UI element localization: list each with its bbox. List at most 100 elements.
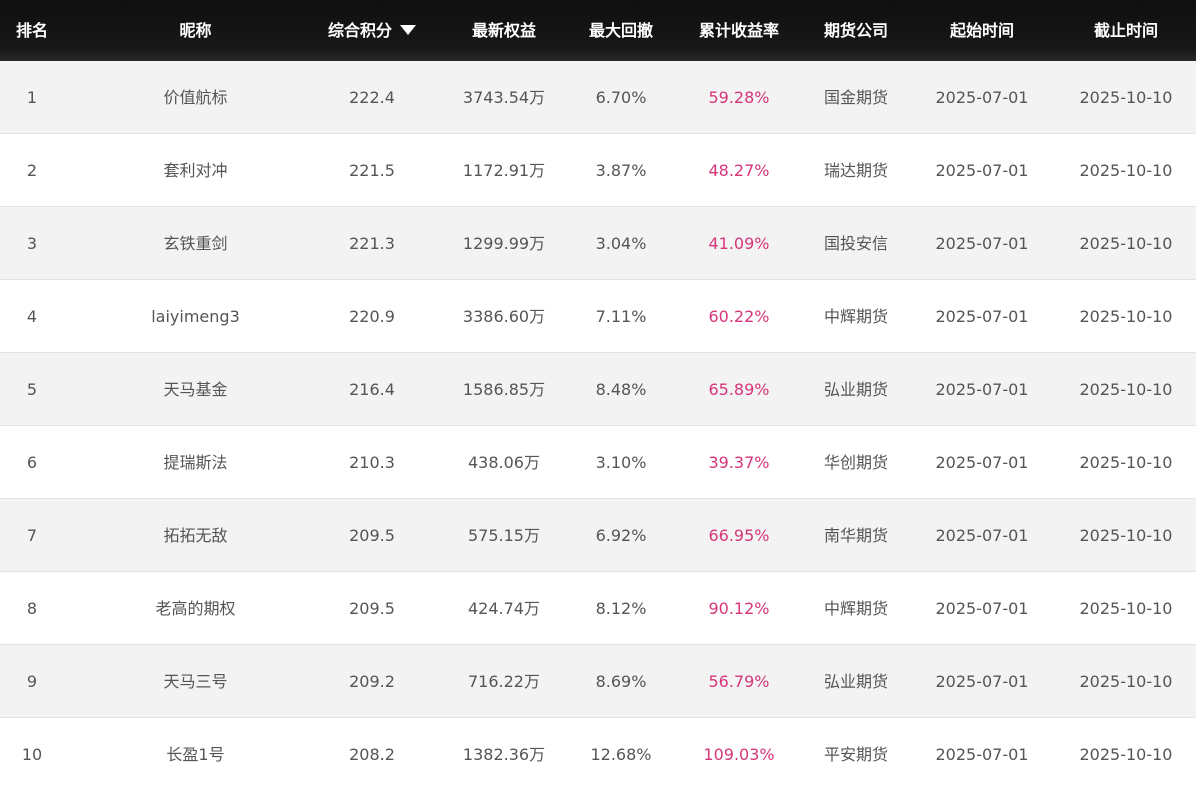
table-row[interactable]: 8 老高的期权 209.5 424.74万 8.12% 90.12% 中辉期货 … bbox=[0, 572, 1196, 645]
cell-end: 2025-10-10 bbox=[1079, 672, 1173, 691]
cell-start: 2025-07-01 bbox=[935, 599, 1029, 618]
cell-rank: 3 bbox=[26, 234, 38, 253]
cell-score: 209.5 bbox=[349, 599, 395, 618]
cell-company: 国金期货 bbox=[823, 88, 888, 107]
header-drawdown[interactable]: 最大回撤 bbox=[572, 0, 670, 61]
sort-desc-icon[interactable] bbox=[400, 25, 416, 35]
cell-rank: 10 bbox=[21, 745, 43, 764]
cell-drawdown: 8.48% bbox=[595, 380, 647, 399]
cell-drawdown: 3.87% bbox=[595, 161, 647, 180]
header-equity[interactable]: 最新权益 bbox=[445, 0, 563, 61]
header-score[interactable]: 综合积分 bbox=[318, 0, 426, 61]
table-row[interactable]: 10 长盈1号 208.2 1382.36万 12.68% 109.03% 平安… bbox=[0, 718, 1196, 791]
cell-rank: 2 bbox=[26, 161, 38, 180]
cell-start: 2025-07-01 bbox=[935, 88, 1029, 107]
cell-start: 2025-07-01 bbox=[935, 234, 1029, 253]
cell-score: 216.4 bbox=[349, 380, 395, 399]
header-company[interactable]: 期货公司 bbox=[802, 0, 910, 61]
cell-nickname[interactable]: 天马三号 bbox=[88, 645, 303, 718]
cell-equity: 575.15万 bbox=[468, 526, 540, 545]
table-row[interactable]: 9 天马三号 209.2 716.22万 8.69% 56.79% 弘业期货 2… bbox=[0, 645, 1196, 718]
cell-end: 2025-10-10 bbox=[1079, 161, 1173, 180]
cell-company: 中辉期货 bbox=[823, 307, 888, 326]
cell-score: 209.2 bbox=[349, 672, 395, 691]
cell-end: 2025-10-10 bbox=[1079, 88, 1173, 107]
cell-company: 国投安信 bbox=[823, 234, 888, 253]
header-start[interactable]: 起始时间 bbox=[918, 0, 1046, 61]
cell-score: 209.5 bbox=[349, 526, 395, 545]
header-end[interactable]: 截止时间 bbox=[1058, 0, 1194, 61]
cell-equity: 1172.91万 bbox=[462, 161, 546, 180]
cell-end: 2025-10-10 bbox=[1079, 234, 1173, 253]
cell-equity: 716.22万 bbox=[468, 672, 540, 691]
cell-start: 2025-07-01 bbox=[935, 672, 1029, 691]
cell-company: 弘业期货 bbox=[823, 380, 888, 399]
cell-nickname[interactable]: 天马基金 bbox=[88, 353, 303, 426]
cell-start: 2025-07-01 bbox=[935, 526, 1029, 545]
cell-nickname[interactable]: 老高的期权 bbox=[88, 572, 303, 645]
cell-start: 2025-07-01 bbox=[935, 745, 1029, 764]
cell-end: 2025-10-10 bbox=[1079, 599, 1173, 618]
cell-rank: 9 bbox=[26, 672, 38, 691]
cell-return: 41.09% bbox=[708, 234, 770, 253]
cell-start: 2025-07-01 bbox=[935, 161, 1029, 180]
header-rank[interactable]: 排名 bbox=[0, 0, 64, 61]
cell-drawdown: 6.70% bbox=[595, 88, 647, 107]
cell-company: 南华期货 bbox=[823, 526, 888, 545]
cell-nickname[interactable]: 套利对冲 bbox=[88, 134, 303, 207]
cell-start: 2025-07-01 bbox=[935, 453, 1029, 472]
cell-return: 90.12% bbox=[708, 599, 770, 618]
cell-score: 210.3 bbox=[349, 453, 395, 472]
table-row[interactable]: 2 套利对冲 221.5 1172.91万 3.87% 48.27% 瑞达期货 … bbox=[0, 134, 1196, 207]
header-score-label: 综合积分 bbox=[327, 21, 392, 40]
cell-equity: 1382.36万 bbox=[462, 745, 546, 764]
cell-company: 华创期货 bbox=[823, 453, 888, 472]
cell-drawdown: 7.11% bbox=[595, 307, 647, 326]
cell-drawdown: 8.69% bbox=[595, 672, 647, 691]
table-row[interactable]: 7 拓拓无敌 209.5 575.15万 6.92% 66.95% 南华期货 2… bbox=[0, 499, 1196, 572]
table-row[interactable]: 4 laiyimeng3 220.9 3386.60万 7.11% 60.22%… bbox=[0, 280, 1196, 353]
cell-rank: 6 bbox=[26, 453, 38, 472]
cell-company: 弘业期货 bbox=[823, 672, 888, 691]
cell-start: 2025-07-01 bbox=[935, 307, 1029, 326]
cell-nickname[interactable]: 提瑞斯法 bbox=[88, 426, 303, 499]
cell-return: 65.89% bbox=[708, 380, 770, 399]
header-nickname[interactable]: 昵称 bbox=[88, 0, 303, 61]
cell-end: 2025-10-10 bbox=[1079, 526, 1173, 545]
table-row[interactable]: 3 玄铁重剑 221.3 1299.99万 3.04% 41.09% 国投安信 … bbox=[0, 207, 1196, 280]
cell-company: 中辉期货 bbox=[823, 599, 888, 618]
cell-return: 48.27% bbox=[708, 161, 770, 180]
cell-nickname[interactable]: laiyimeng3 bbox=[88, 280, 303, 353]
cell-end: 2025-10-10 bbox=[1079, 453, 1173, 472]
header-return[interactable]: 累计收益率 bbox=[686, 0, 792, 61]
cell-end: 2025-10-10 bbox=[1079, 307, 1173, 326]
table-row[interactable]: 6 提瑞斯法 210.3 438.06万 3.10% 39.37% 华创期货 2… bbox=[0, 426, 1196, 499]
cell-nickname[interactable]: 价值航标 bbox=[88, 61, 303, 134]
cell-nickname[interactable]: 玄铁重剑 bbox=[88, 207, 303, 280]
cell-equity: 3743.54万 bbox=[462, 88, 546, 107]
cell-rank: 7 bbox=[26, 526, 38, 545]
cell-company: 瑞达期货 bbox=[823, 161, 888, 180]
cell-nickname[interactable]: 长盈1号 bbox=[88, 718, 303, 791]
cell-drawdown: 6.92% bbox=[595, 526, 647, 545]
cell-start: 2025-07-01 bbox=[935, 380, 1029, 399]
cell-equity: 1299.99万 bbox=[462, 234, 546, 253]
ranking-table: 排名 昵称 综合积分 最新权益 最大回撤 累计收益率 期货公司 起始时间 截止时… bbox=[0, 0, 1196, 794]
cell-score: 222.4 bbox=[349, 88, 395, 107]
table-row[interactable]: 5 天马基金 216.4 1586.85万 8.48% 65.89% 弘业期货 … bbox=[0, 353, 1196, 426]
cell-return: 109.03% bbox=[703, 745, 775, 764]
cell-score: 221.3 bbox=[349, 234, 395, 253]
cell-return: 39.37% bbox=[708, 453, 770, 472]
cell-return: 66.95% bbox=[708, 526, 770, 545]
cell-equity: 438.06万 bbox=[468, 453, 540, 472]
cell-drawdown: 8.12% bbox=[595, 599, 647, 618]
cell-end: 2025-10-10 bbox=[1079, 380, 1173, 399]
cell-rank: 5 bbox=[26, 380, 38, 399]
cell-rank: 8 bbox=[26, 599, 38, 618]
table-row[interactable]: 1 价值航标 222.4 3743.54万 6.70% 59.28% 国金期货 … bbox=[0, 61, 1196, 134]
cell-equity: 3386.60万 bbox=[462, 307, 546, 326]
cell-equity: 424.74万 bbox=[468, 599, 540, 618]
cell-return: 59.28% bbox=[708, 88, 770, 107]
cell-rank: 1 bbox=[26, 88, 38, 107]
cell-nickname[interactable]: 拓拓无敌 bbox=[88, 499, 303, 572]
